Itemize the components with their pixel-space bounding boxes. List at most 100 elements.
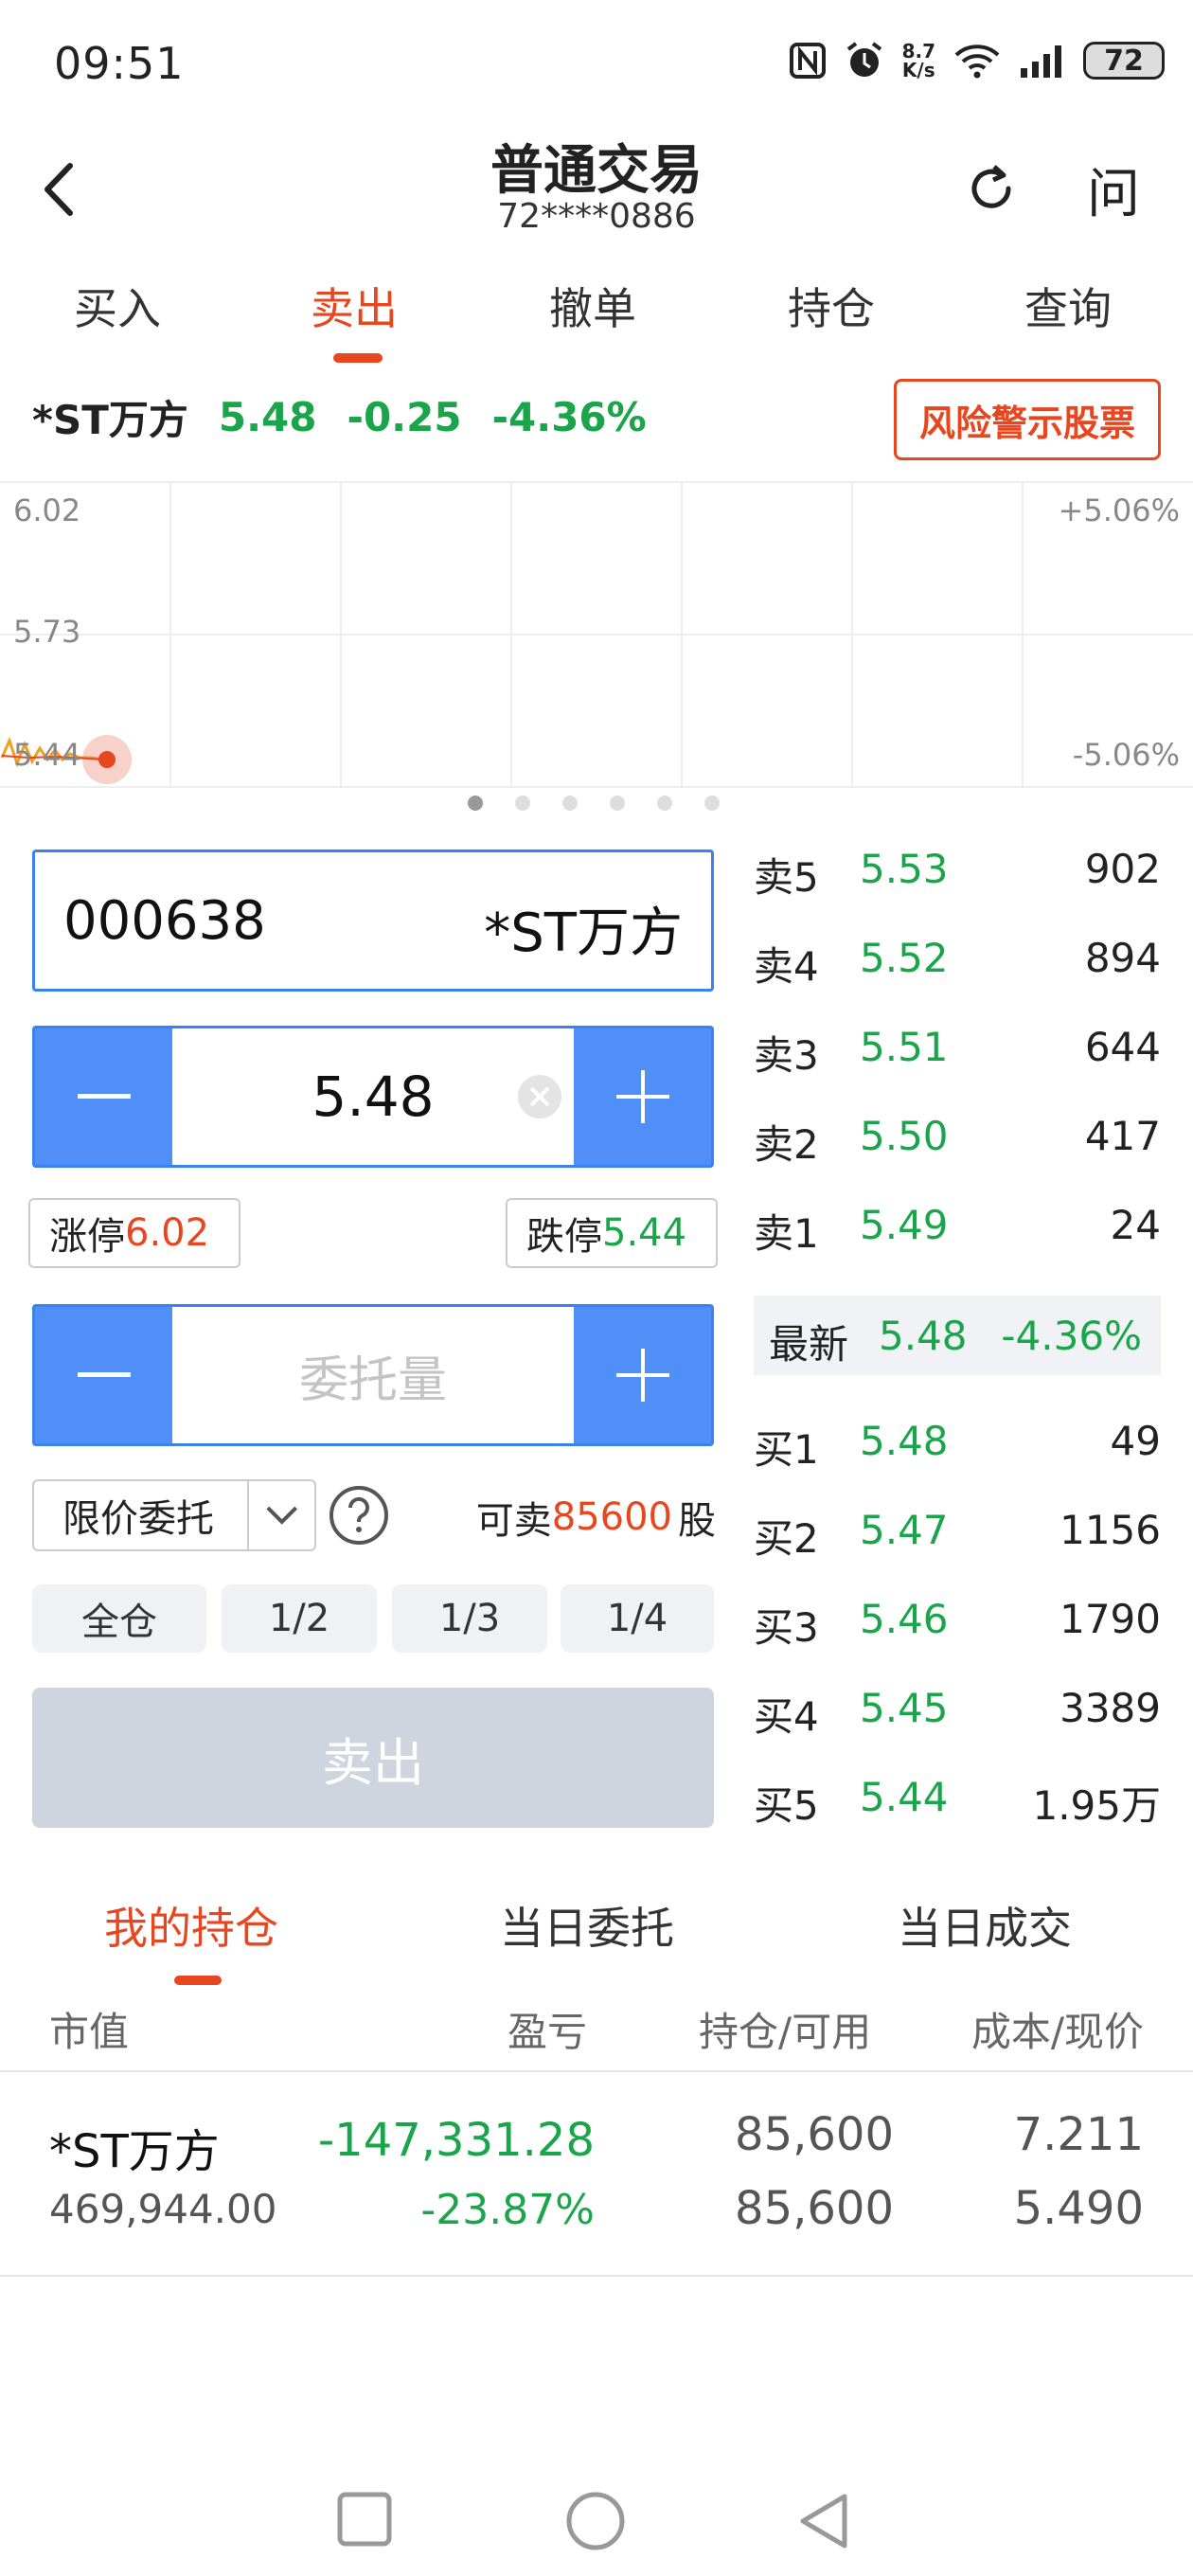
- col-pnl: 盈亏: [507, 2009, 588, 2055]
- latest-pct: -4.36%: [1001, 1313, 1142, 1359]
- tab-positions[interactable]: 持仓: [788, 275, 875, 337]
- refresh-icon[interactable]: [964, 159, 1021, 216]
- bid-qty: 3389: [1059, 1685, 1161, 1731]
- ask-row[interactable]: 卖3 5.51 644: [754, 1024, 1161, 1090]
- limit-up-button[interactable]: 涨停 6.02: [28, 1198, 240, 1268]
- recent-apps-icon[interactable]: [336, 2491, 393, 2548]
- qty-increase-button[interactable]: [574, 1307, 711, 1443]
- pager-dot[interactable]: [657, 796, 672, 811]
- tab-buy[interactable]: 买入: [74, 275, 161, 337]
- last-price-dot: [98, 751, 116, 768]
- bid-row[interactable]: 买2 5.47 1156: [754, 1507, 1161, 1573]
- fraction-quarter-button[interactable]: 1/4: [561, 1584, 714, 1653]
- tab-query[interactable]: 查询: [1024, 275, 1112, 337]
- bid-level: 买2: [754, 1515, 819, 1562]
- position-row[interactable]: *ST万方 469,944.00 -147,331.28 -23.87% 85,…: [0, 2074, 1193, 2275]
- chart-pct-top: +5.06%: [1058, 492, 1180, 528]
- chart-y-bottom: 5.44: [13, 737, 81, 773]
- bid-price: 5.45: [860, 1685, 949, 1731]
- bid-row[interactable]: 买1 5.48 49: [754, 1418, 1161, 1484]
- latest-label: 最新: [769, 1321, 849, 1368]
- pager-dot[interactable]: [562, 796, 578, 811]
- ask-row[interactable]: 卖1 5.49 24: [754, 1202, 1161, 1268]
- limit-down-value: 5.44: [602, 1211, 687, 1255]
- sellable-qty: 可卖 85600 股: [476, 1490, 716, 1545]
- pager-dot[interactable]: [704, 796, 720, 811]
- stock-code-input[interactable]: 000638 *ST万方: [32, 850, 714, 992]
- limit-down-button[interactable]: 跌停 5.44: [506, 1198, 718, 1268]
- position-holding: 85,600: [735, 2108, 894, 2161]
- chart-pct-bottom: -5.06%: [1072, 737, 1180, 773]
- clear-icon[interactable]: [516, 1073, 563, 1120]
- chart-pager[interactable]: [0, 796, 1193, 824]
- ask-row[interactable]: 卖2 5.50 417: [754, 1113, 1161, 1179]
- price-increase-button[interactable]: [574, 1029, 711, 1165]
- tab-sell[interactable]: 卖出: [311, 275, 398, 337]
- chart-grid: [0, 483, 1193, 786]
- bid-row[interactable]: 买3 5.46 1790: [754, 1596, 1161, 1662]
- latest-price: 5.48: [879, 1313, 968, 1359]
- quantity-input[interactable]: 委托量: [172, 1307, 574, 1443]
- ask-row[interactable]: 卖5 5.53 902: [754, 846, 1161, 912]
- trade-tabs: 买入 卖出 撤单 持仓 查询: [0, 275, 1193, 363]
- risk-warning-badge[interactable]: 风险警示股票: [894, 379, 1161, 460]
- price-input[interactable]: 5.48: [172, 1029, 574, 1165]
- ask-qty: 24: [1110, 1202, 1161, 1248]
- divider: [0, 2275, 1193, 2277]
- position-market-value: 469,944.00: [49, 2186, 277, 2232]
- ask-qty: 902: [1084, 846, 1161, 892]
- position-available: 85,600: [735, 2182, 894, 2235]
- col-cost: 成本/现价: [970, 2009, 1144, 2055]
- fraction-half-button[interactable]: 1/2: [222, 1584, 377, 1653]
- order-type-select[interactable]: 限价委托: [32, 1479, 316, 1551]
- fraction-third-button[interactable]: 1/3: [392, 1584, 547, 1653]
- ask-level: 卖5: [754, 854, 819, 901]
- help-button[interactable]: 问: [1087, 152, 1140, 228]
- tab-active-indicator: [333, 353, 383, 363]
- order-type-value: 限价委托: [62, 1497, 214, 1541]
- price-decrease-button[interactable]: [35, 1029, 172, 1165]
- stock-code-name: *ST万方: [484, 903, 683, 964]
- battery-indicator: 72: [1083, 42, 1165, 80]
- ask-level: 卖1: [754, 1210, 819, 1257]
- qty-decrease-button[interactable]: [35, 1307, 172, 1443]
- nfc-icon: [789, 43, 826, 79]
- back-nav-icon[interactable]: [795, 2491, 852, 2551]
- bid-qty: 1790: [1059, 1596, 1161, 1642]
- tab-today-trades[interactable]: 当日成交: [898, 1894, 1072, 1957]
- limit-down-label: 跌停: [526, 1215, 602, 1259]
- pager-dot-active[interactable]: [468, 796, 483, 811]
- chart-y-top: 6.02: [13, 492, 81, 528]
- bid-qty: 1.95万: [1032, 1782, 1161, 1829]
- bid-level: 买3: [754, 1604, 819, 1651]
- sell-button[interactable]: 卖出: [32, 1688, 714, 1828]
- quantity-stepper: 委托量: [32, 1304, 714, 1446]
- sellable-prefix: 可卖: [475, 1499, 552, 1543]
- bid-qty: 1156: [1059, 1507, 1161, 1553]
- bid-price: 5.44: [860, 1774, 949, 1820]
- position-current: 5.490: [1013, 2182, 1144, 2235]
- stock-quote: *ST万方 5.48 -0.25 -4.36%: [32, 388, 677, 446]
- col-holding: 持仓/可用: [699, 2009, 872, 2055]
- limit-up-label: 涨停: [49, 1215, 125, 1259]
- pager-dot[interactable]: [515, 796, 530, 811]
- col-market-value: 市值: [49, 2009, 130, 2055]
- home-icon[interactable]: [565, 2491, 626, 2551]
- bid-row[interactable]: 买5 5.44 1.95万: [754, 1774, 1161, 1840]
- signal-icon: [1021, 45, 1061, 78]
- tab-my-positions[interactable]: 我的持仓: [104, 1894, 278, 1957]
- stock-change-pct: -4.36%: [491, 394, 647, 440]
- net-speed-unit: K/s: [901, 59, 935, 81]
- ask-price: 5.50: [860, 1113, 949, 1159]
- ask-row[interactable]: 卖4 5.52 894: [754, 935, 1161, 1001]
- tab-cancel[interactable]: 撤单: [549, 275, 636, 337]
- pager-dot[interactable]: [610, 796, 625, 811]
- tab-today-orders[interactable]: 当日委托: [500, 1894, 674, 1957]
- bid-row[interactable]: 买4 5.45 3389: [754, 1685, 1161, 1751]
- intraday-chart[interactable]: 6.02 5.73 5.44 +5.06% -5.06%: [0, 481, 1193, 788]
- stock-code: 000638: [63, 890, 266, 952]
- fraction-all-button[interactable]: 全仓: [32, 1584, 206, 1653]
- position-pnl: -147,331.28: [317, 2114, 595, 2167]
- help-circle-icon[interactable]: [328, 1484, 390, 1547]
- ask-price: 5.53: [860, 846, 949, 892]
